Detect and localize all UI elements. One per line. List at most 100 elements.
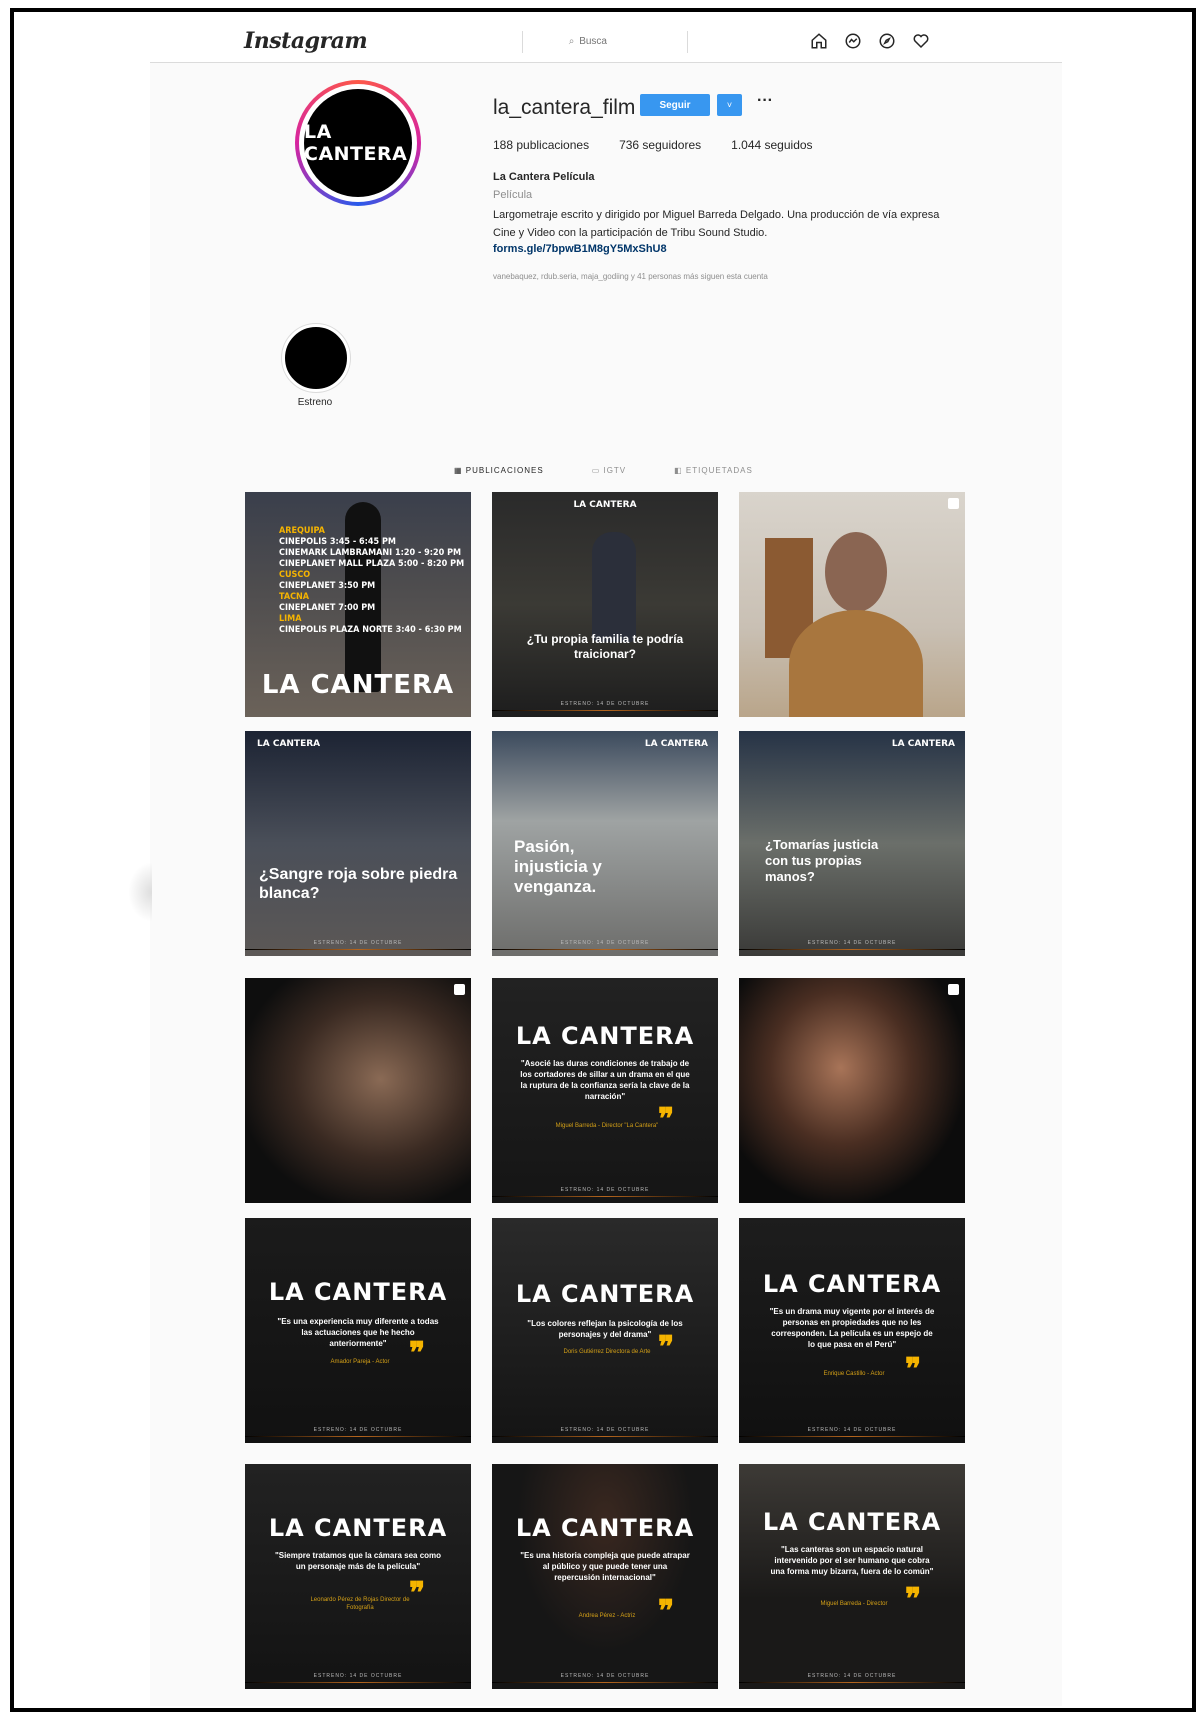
- followers-count[interactable]: 736 seguidores: [619, 138, 701, 152]
- messenger-icon[interactable]: [842, 30, 864, 52]
- post-credit: Miguel Barreda - Director: [820, 1601, 888, 1607]
- post-footer: ESTRENO: 14 DE OCTUBRE: [807, 1427, 897, 1433]
- video-icon: [948, 984, 959, 995]
- post-footer: ESTRENO: 14 DE OCTUBRE: [560, 1427, 650, 1433]
- post-title: LA CANTERA: [268, 1278, 448, 1306]
- post-footer: ESTRENO: 14 DE OCTUBRE: [560, 940, 650, 946]
- search-icon: ⌕: [568, 36, 575, 47]
- profile-category: Película: [493, 189, 533, 201]
- nav-icons: [808, 30, 932, 52]
- followed-by-text[interactable]: vanebaquez, rdub.seria, maja_godiing y 4…: [493, 272, 768, 281]
- avatar-logo: LA CANTERA: [304, 89, 412, 197]
- profile-username: la_cantera_film: [493, 96, 636, 119]
- post-quote: "Las canteras son un espacio natural int…: [770, 1545, 934, 1576]
- shawl: [789, 610, 923, 717]
- post-credit: Doris Gutiérrez Directora de Arte: [563, 1349, 651, 1355]
- top-nav: Instagram ⌕: [150, 14, 1062, 63]
- post-credit: Enrique Castillo - Actor: [823, 1371, 885, 1377]
- story-highlight[interactable]: [282, 324, 350, 392]
- profile-stats: 188 publicaciones 736 seguidores 1.044 s…: [493, 138, 813, 152]
- post-logo: LA CANTERA: [644, 739, 708, 749]
- post-footer: ESTRENO: 14 DE OCTUBRE: [313, 1427, 403, 1433]
- post-actor-portrait[interactable]: [245, 978, 471, 1203]
- tab-etiquetadas[interactable]: ◧ ETIQUETADAS: [674, 466, 753, 475]
- suggestions-dropdown-button[interactable]: ˅: [717, 94, 742, 116]
- post-actress-portrait[interactable]: [739, 492, 965, 717]
- post-logo: LA CANTERA: [891, 739, 955, 749]
- profile-bio: Largometraje escrito y dirigido por Migu…: [493, 209, 940, 239]
- follow-button[interactable]: Seguir: [640, 94, 710, 116]
- profile-full-name: La Cantera Película: [493, 171, 595, 183]
- more-options-icon[interactable]: ···: [757, 92, 773, 110]
- post-logo: LA CANTERA: [573, 500, 637, 510]
- tab-publicaciones[interactable]: ▦ PUBLICACIONES: [454, 466, 544, 475]
- post-family-betrayal[interactable]: LA CANTERA ¿Tu propia familia te podría …: [492, 492, 718, 717]
- post-director-quote[interactable]: LA CANTERA "Asocié las duras condiciones…: [492, 978, 718, 1203]
- quote-mark-icon: ❞: [905, 1582, 922, 1617]
- post-credit: Leonardo Pérez de Rojas Director de Foto…: [310, 1597, 410, 1611]
- instagram-logo[interactable]: Instagram: [244, 28, 368, 54]
- post-title: LA CANTERA: [762, 1270, 942, 1298]
- post-actress-smile[interactable]: [739, 978, 965, 1203]
- post-title: LA CANTERA: [515, 1022, 695, 1050]
- profile-avatar[interactable]: LA CANTERA: [295, 80, 421, 206]
- quote-mark-icon: ❞: [658, 1102, 675, 1137]
- post-footer: ESTRENO: 14 DE OCTUBRE: [313, 1673, 403, 1679]
- post-tagline: ¿Sangre roja sobre piedra blanca?: [259, 866, 458, 902]
- post-tagline: Pasión, injusticia y venganza.: [514, 837, 602, 896]
- post-cinematographer-quote[interactable]: LA CANTERA "Siempre tratamos que la cáma…: [245, 1464, 471, 1689]
- post-tagline: ¿Tomarías justicia con tus propias manos…: [765, 837, 879, 884]
- post-footer: ESTRENO: 14 DE OCTUBRE: [807, 940, 897, 946]
- profile-tabs: ▦ PUBLICACIONES ▭ IGTV ◧ ETIQUETADAS: [454, 466, 753, 475]
- post-quarries-quote[interactable]: LA CANTERA "Las canteras son un espacio …: [739, 1464, 965, 1689]
- post-title: LA CANTERA: [268, 1514, 448, 1542]
- post-quote: "Asocié las duras condiciones de trabajo…: [520, 1059, 690, 1101]
- post-title: LA CANTERA: [515, 1514, 695, 1542]
- video-icon: [948, 498, 959, 509]
- explore-icon[interactable]: [876, 30, 898, 52]
- quote-mark-icon: ❞: [409, 1336, 426, 1371]
- post-passion[interactable]: LA CANTERA Pasión, injusticia y venganza…: [492, 731, 718, 956]
- post-actress-quote[interactable]: LA CANTERA "Es una historia compleja que…: [492, 1464, 718, 1689]
- background-decoration: [128, 862, 152, 922]
- post-quote: "Es una historia compleja que puede atra…: [520, 1551, 690, 1582]
- post-title: LA CANTERA: [762, 1508, 942, 1536]
- showtimes-list: AREQUIPA CINEPOLIS 3:45 - 6:45 PM CINEMA…: [279, 526, 465, 635]
- post-justice[interactable]: LA CANTERA ¿Tomarías justicia con tus pr…: [739, 731, 965, 956]
- post-castillo-quote[interactable]: LA CANTERA "Es un drama muy vigente por …: [739, 1218, 965, 1443]
- posts-count: 188 publicaciones: [493, 138, 590, 152]
- quote-mark-icon: ❞: [409, 1576, 426, 1611]
- search-box[interactable]: ⌕: [522, 31, 688, 53]
- post-title: LA CANTERA: [515, 1280, 695, 1308]
- post-title: LA CANTERA: [261, 670, 455, 700]
- post-art-director-quote[interactable]: LA CANTERA "Los colores reflejan la psic…: [492, 1218, 718, 1443]
- post-actor-quote[interactable]: LA CANTERA "Es una experiencia muy difer…: [245, 1218, 471, 1443]
- post-footer: ESTRENO: 14 DE OCTUBRE: [560, 701, 650, 707]
- post-credit: Amador Pareja - Actor: [330, 1359, 390, 1365]
- quote-mark-icon: ❞: [658, 1330, 675, 1365]
- character-figure: [592, 532, 636, 642]
- profile-link[interactable]: forms.gle/7bpwB1M8gY5MxShU8: [493, 243, 667, 255]
- post-logo: LA CANTERA: [257, 739, 321, 749]
- search-input[interactable]: [577, 35, 642, 48]
- post-showtimes[interactable]: AREQUIPA CINEPOLIS 3:45 - 6:45 PM CINEMA…: [245, 492, 471, 717]
- post-red-blood[interactable]: LA CANTERA ¿Sangre roja sobre piedra bla…: [245, 731, 471, 956]
- post-footer: ESTRENO: 14 DE OCTUBRE: [807, 1673, 897, 1679]
- post-footer: ESTRENO: 14 DE OCTUBRE: [560, 1673, 650, 1679]
- story-highlight-label: Estreno: [297, 397, 333, 408]
- home-icon[interactable]: [808, 30, 830, 52]
- following-count[interactable]: 1.044 seguidos: [731, 138, 812, 152]
- quote-mark-icon: ❞: [905, 1352, 922, 1387]
- video-icon: [454, 984, 465, 995]
- post-tagline: ¿Tu propia familia te podría traicionar?: [526, 632, 684, 661]
- heart-icon[interactable]: [910, 30, 932, 52]
- post-footer: ESTRENO: 14 DE OCTUBRE: [313, 940, 403, 946]
- post-credit: Miguel Barreda - Director "La Cantera": [555, 1123, 659, 1129]
- post-footer: ESTRENO: 14 DE OCTUBRE: [560, 1187, 650, 1193]
- tab-igtv[interactable]: ▭ IGTV: [592, 466, 626, 475]
- post-quote: "Es un drama muy vigente por el interés …: [769, 1307, 935, 1349]
- post-credit: Andrea Pérez - Actriz: [578, 1613, 636, 1619]
- quote-mark-icon: ❞: [658, 1594, 675, 1629]
- face: [825, 532, 887, 612]
- post-quote: "Siempre tratamos que la cámara sea como…: [274, 1551, 442, 1571]
